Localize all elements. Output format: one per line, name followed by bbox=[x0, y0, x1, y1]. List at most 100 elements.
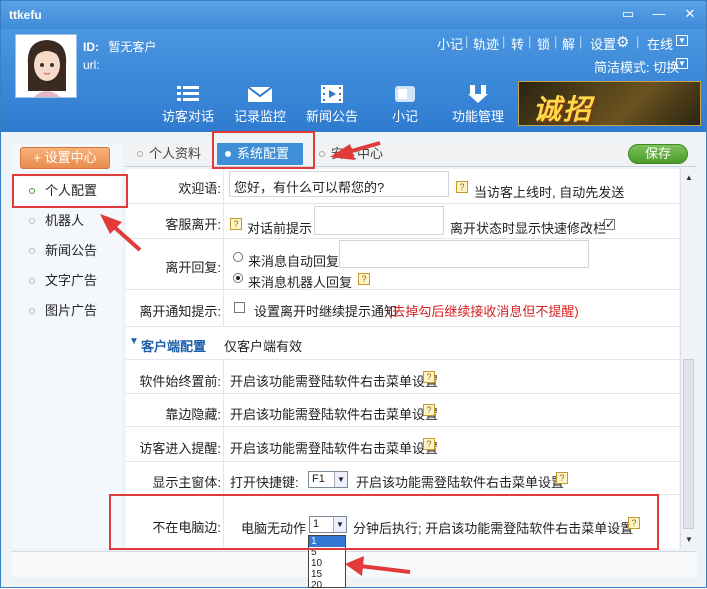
id-row: ID: 暂无客户 bbox=[83, 38, 156, 55]
row-visitor-remind: 访客进入提醒: 开启该功能需登陆软件右击菜单设置 ? bbox=[126, 427, 679, 462]
dropdown-option[interactable]: 10 bbox=[309, 558, 345, 569]
service-leave-input[interactable] bbox=[314, 206, 444, 235]
window-title: ttkefu bbox=[9, 8, 42, 22]
radio-robot-reply[interactable] bbox=[233, 273, 243, 283]
hotkey-value: F1 bbox=[312, 473, 325, 485]
mode-dropdown-icon[interactable]: ▼ bbox=[676, 58, 688, 69]
topmost-label: 软件始终置前: bbox=[139, 374, 221, 389]
help-icon[interactable]: ? bbox=[358, 273, 370, 285]
link-track[interactable]: 轨迹 bbox=[473, 34, 499, 53]
link-unlock[interactable]: 解 bbox=[562, 34, 575, 53]
link-lock[interactable]: 锁 bbox=[537, 34, 550, 53]
nav-news[interactable]: 新闻公告 bbox=[302, 84, 362, 128]
film-icon bbox=[321, 85, 343, 103]
nav-record-monitor[interactable]: 记录监控 bbox=[230, 84, 290, 128]
topmost-text: 开启该功能需登陆软件右击菜单设置 bbox=[230, 374, 439, 389]
row-leave-reply: 离开回复: 来消息自动回复 来消息机器人回复 ? bbox=[126, 239, 679, 290]
id-label: ID: bbox=[83, 40, 99, 54]
bullet-icon bbox=[29, 218, 35, 224]
title-bar: ttkefu ▭ — ✕ bbox=[1, 1, 706, 29]
help-icon[interactable]: ? bbox=[556, 472, 568, 484]
settings-center-button[interactable]: + 设置中心 bbox=[20, 147, 110, 169]
divider bbox=[223, 204, 224, 239]
hotkey-select[interactable]: F1 ▼ bbox=[308, 471, 348, 488]
divider bbox=[223, 239, 224, 290]
sidebar-item-label: 图片广告 bbox=[45, 303, 98, 318]
leave-notice-checkbox[interactable] bbox=[234, 302, 245, 313]
divider bbox=[223, 462, 224, 495]
show-main-prefix: 打开快捷键: bbox=[230, 475, 299, 490]
radio-auto-reply[interactable] bbox=[233, 252, 243, 262]
status-dropdown-icon[interactable]: ▼ bbox=[676, 35, 688, 46]
scroll-thumb[interactable] bbox=[683, 359, 694, 529]
minimize-button[interactable]: — bbox=[649, 5, 669, 23]
row-service-leave: 客服离开: ? 对话前提示 离开状态时显示快速修改栏 bbox=[126, 204, 679, 239]
tab-profile[interactable]: 个人资料 bbox=[129, 143, 211, 165]
save-button[interactable]: 保存 bbox=[628, 144, 688, 164]
divider bbox=[223, 394, 224, 427]
gear-icon[interactable]: ⚙ bbox=[616, 33, 629, 51]
welcome-value: 您好，有什么可以帮您的? bbox=[234, 180, 385, 195]
welcome-input[interactable]: 您好，有什么可以帮您的? bbox=[229, 171, 449, 197]
scroll-up-icon[interactable]: ▲ bbox=[682, 171, 696, 185]
tab-security[interactable]: 安全中心 bbox=[311, 143, 393, 165]
sidebar-item-text-ad[interactable]: 文字广告 bbox=[12, 268, 122, 294]
welcome-help-text: 当访客上线时, 自动先发送 bbox=[474, 185, 625, 200]
dock-hide-text: 开启该功能需登陆软件右击菜单设置 bbox=[230, 407, 439, 422]
dock-hide-label: 靠边隐藏: bbox=[165, 407, 221, 422]
help-icon[interactable]: ? bbox=[423, 404, 435, 416]
download-icon bbox=[468, 85, 488, 103]
scroll-down-icon[interactable]: ▼ bbox=[682, 533, 696, 547]
close-button[interactable]: ✕ bbox=[680, 5, 700, 23]
sidebar-item-news[interactable]: 新闻公告 bbox=[12, 238, 122, 264]
row-leave-notice: 离开通知提示: 设置离开时继续提示通知 (去掉勾后继续接收消息但不提醒) bbox=[126, 290, 679, 327]
mode-switch[interactable]: 简洁模式: 切换 bbox=[594, 57, 679, 76]
promo-banner[interactable]: 诚招 bbox=[518, 81, 701, 126]
welcome-label: 欢迎语: bbox=[178, 181, 221, 196]
restore-button[interactable]: ▭ bbox=[618, 5, 638, 23]
help-icon[interactable]: ? bbox=[423, 438, 435, 450]
divider bbox=[223, 427, 224, 462]
link-transfer[interactable]: 转 bbox=[511, 34, 524, 53]
status-online[interactable]: 在线 bbox=[647, 34, 673, 53]
nav-notes[interactable]: 小记 bbox=[375, 84, 435, 128]
vertical-scrollbar[interactable]: ▲ ▼ bbox=[680, 169, 696, 549]
bullet-icon bbox=[29, 308, 35, 314]
divider bbox=[223, 360, 224, 394]
help-icon[interactable]: ? bbox=[423, 371, 435, 383]
divider bbox=[223, 290, 224, 327]
tab-bar: 个人资料 系统配置 安全中心 bbox=[125, 141, 697, 167]
bullet-icon bbox=[319, 151, 325, 157]
dropdown-option[interactable]: 15 bbox=[309, 569, 345, 580]
note-icon bbox=[395, 86, 415, 102]
section-subtitle: 仅客户端有效 bbox=[224, 339, 303, 354]
sidebar-item-image-ad[interactable]: 图片广告 bbox=[12, 298, 122, 324]
sidebar-item-label: 新闻公告 bbox=[45, 243, 98, 258]
separator: | bbox=[554, 34, 558, 49]
bullet-icon bbox=[29, 248, 35, 254]
section-title: 客户端配置 bbox=[141, 339, 207, 354]
visitor-remind-text: 开启该功能需登陆软件右击菜单设置 bbox=[230, 441, 439, 456]
nav-function-manage[interactable]: 功能管理 bbox=[448, 84, 508, 128]
settings-link[interactable]: 设置 bbox=[590, 34, 616, 53]
row-welcome: 欢迎语: 您好，有什么可以帮您的? ? 当访客上线时, 自动先发送 bbox=[126, 169, 679, 204]
show-main-label: 显示主窗体: bbox=[152, 475, 221, 490]
help-icon[interactable]: ? bbox=[230, 218, 242, 230]
url-label: url: bbox=[83, 58, 100, 72]
divider bbox=[223, 169, 224, 204]
service-leave-label: 客服离开: bbox=[165, 217, 221, 232]
sidebar-item-robot[interactable]: 机器人 bbox=[12, 208, 122, 234]
status-bar bbox=[12, 551, 697, 577]
offline-checkbox[interactable] bbox=[604, 217, 615, 231]
help-icon[interactable]: ? bbox=[456, 181, 468, 193]
annotation-box-sidebar bbox=[12, 174, 128, 208]
tab-label: 安全中心 bbox=[331, 146, 384, 161]
collapse-arrow-icon[interactable]: ▼ bbox=[129, 336, 139, 347]
tab-label: 个人资料 bbox=[149, 146, 202, 161]
nav-visitor-chat[interactable]: 访客对话 bbox=[158, 84, 218, 128]
link-note[interactable]: 小记 bbox=[437, 34, 463, 53]
auto-reply-input[interactable] bbox=[339, 240, 589, 268]
avatar bbox=[15, 34, 77, 98]
visitor-remind-label: 访客进入提醒: bbox=[139, 441, 221, 456]
section-client-config[interactable]: ▼ 客户端配置 仅客户端有效 bbox=[126, 327, 679, 360]
